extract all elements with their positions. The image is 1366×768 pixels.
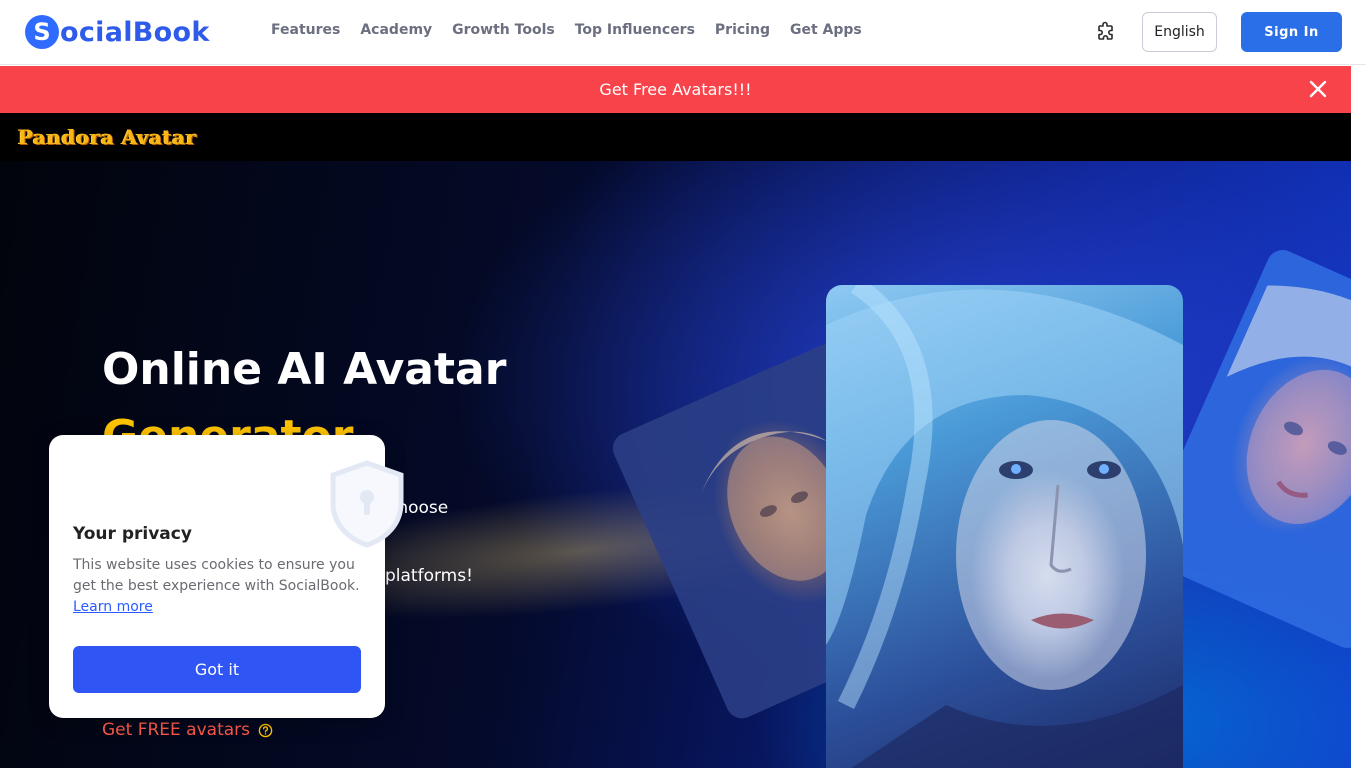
pandora-avatar-logo[interactable]: Pandora Avatar [18,125,197,149]
sign-in-button[interactable]: Sign In [1241,12,1342,52]
nav-features[interactable]: Features [271,22,340,38]
page-scrollbar[interactable] [1351,66,1366,768]
nav-academy[interactable]: Academy [360,22,432,38]
socialbook-logo[interactable]: S ocialBook [25,14,210,50]
nav-top-influencers[interactable]: Top Influencers [575,22,695,38]
hero-title: Online AI Avatar [102,344,507,395]
main-nav: Features Academy Growth Tools Top Influe… [271,22,882,38]
logo-text: ocialBook [60,16,210,48]
close-icon[interactable] [1308,79,1328,99]
hero-description-line2: platforms! [385,566,473,586]
cookie-title: Your privacy [73,524,192,544]
cookie-message-text: This website uses cookies to ensure you … [73,557,360,594]
nav-growth-tools[interactable]: Growth Tools [452,22,555,38]
avatar-card-featured [826,285,1183,768]
cookie-consent-dialog: Your privacy This website uses cookies t… [49,435,404,718]
language-selector[interactable]: English [1142,12,1217,52]
get-free-avatars-link[interactable]: Get FREE avatars [102,720,273,740]
promo-banner: Get Free Avatars!!! [0,66,1351,113]
logo-mark: S [25,15,59,49]
help-circle-icon[interactable] [258,723,273,738]
top-navigation: S ocialBook Features Academy Growth Tool… [0,0,1366,65]
pandora-avatar-bar: Pandora Avatar [0,113,1351,161]
puzzle-icon[interactable] [1094,20,1118,44]
promo-text[interactable]: Get Free Avatars!!! [599,80,751,99]
learn-more-link[interactable]: Learn more [73,599,153,615]
cookie-message: This website uses cookies to ensure you … [73,555,365,618]
nav-get-apps[interactable]: Get Apps [790,22,862,38]
cta-label: Get FREE avatars [102,720,251,740]
nav-pricing[interactable]: Pricing [715,22,770,38]
shield-keyhole-icon [330,460,404,548]
got-it-button[interactable]: Got it [73,646,361,693]
